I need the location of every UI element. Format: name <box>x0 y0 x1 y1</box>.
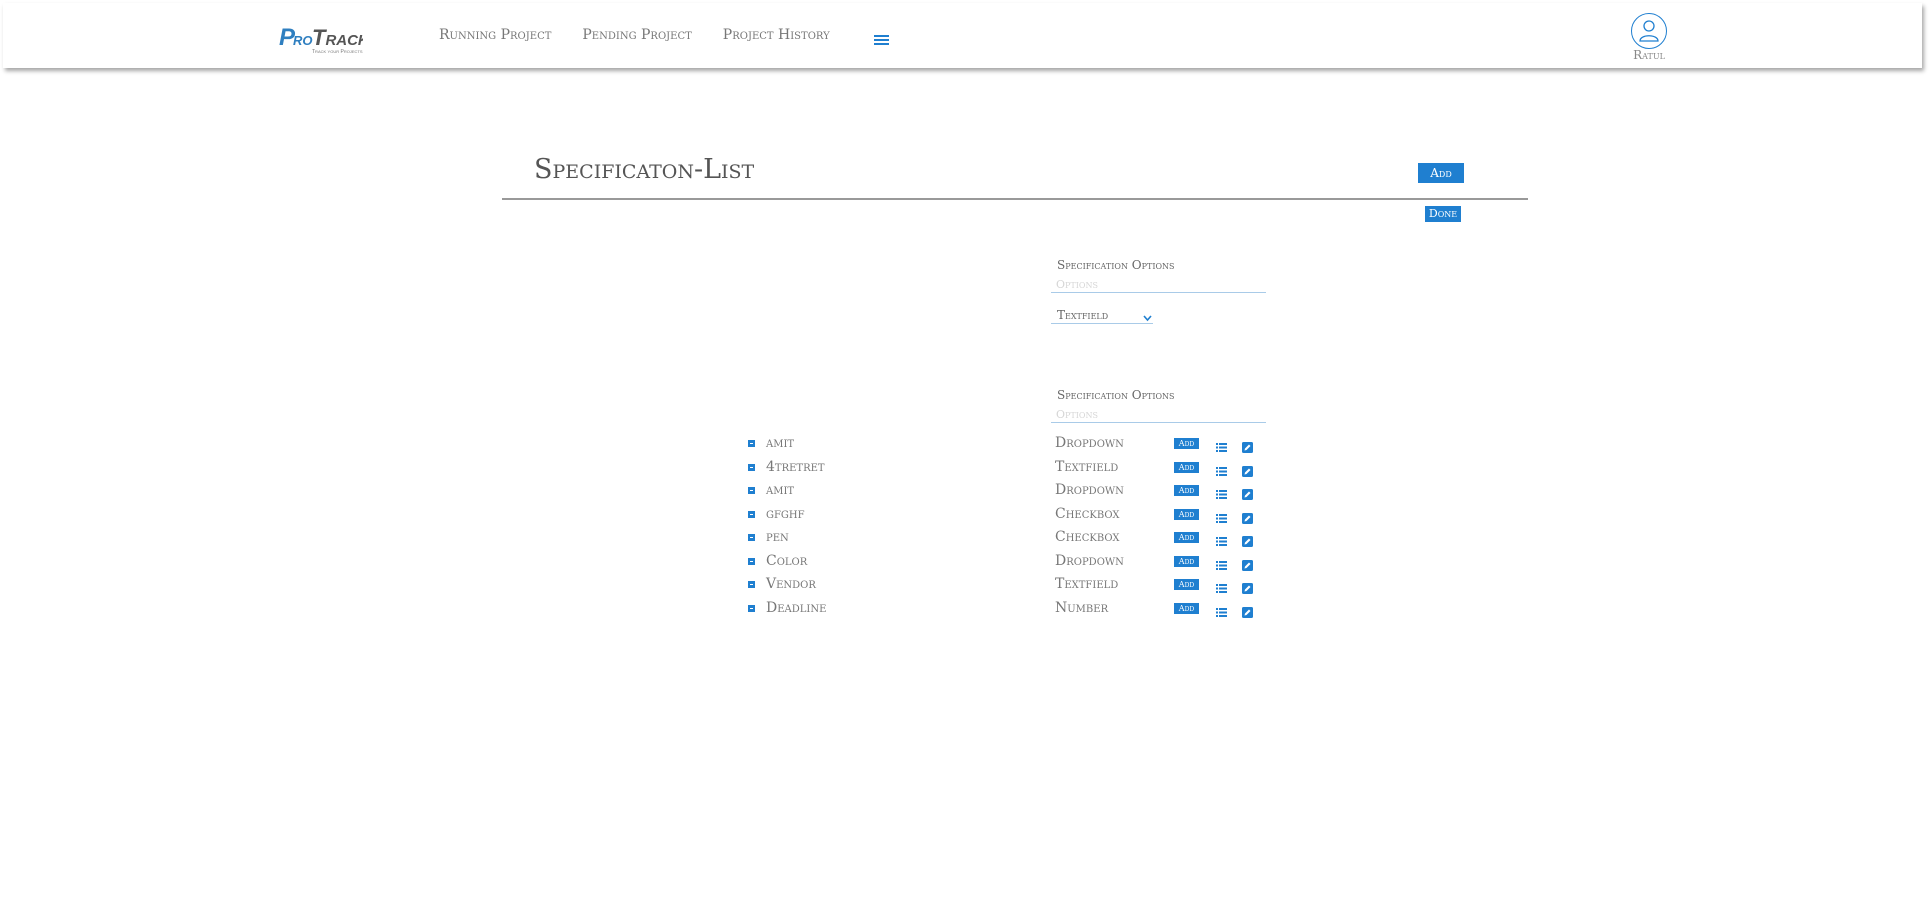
spec-row: 4tretret Textfield Add <box>748 459 1258 479</box>
collapse-icon[interactable] <box>748 558 755 565</box>
specification-options-label-2: Specification Options <box>1057 388 1175 402</box>
edit-icon[interactable] <box>1242 532 1253 547</box>
spec-type: Dropdown <box>1055 553 1124 569</box>
row-add-button[interactable]: Add <box>1174 462 1199 473</box>
list-icon[interactable] <box>1216 579 1227 593</box>
edit-icon[interactable] <box>1242 509 1253 524</box>
collapse-icon[interactable] <box>748 464 755 471</box>
spec-row: Deadline Number Add <box>748 600 1258 620</box>
edit-icon[interactable] <box>1242 556 1253 571</box>
spec-name: gfghf <box>766 506 805 522</box>
spec-type: Textfield <box>1055 459 1119 475</box>
spec-name: pen <box>766 529 789 545</box>
row-add-button[interactable]: Add <box>1174 603 1199 614</box>
svg-text:Track your Projects: Track your Projects <box>312 49 363 55</box>
main-nav: Running Project Pending Project Project … <box>439 27 861 43</box>
collapse-icon[interactable] <box>748 511 755 518</box>
row-add-button[interactable]: Add <box>1174 509 1199 520</box>
edit-icon[interactable] <box>1242 603 1253 618</box>
collapse-icon[interactable] <box>748 440 755 447</box>
svg-text:ro: ro <box>293 29 313 49</box>
spec-row: amit Dropdown Add <box>748 482 1258 502</box>
user-avatar-icon[interactable] <box>1631 13 1667 49</box>
type-select[interactable]: Textfield <box>1051 307 1153 324</box>
spec-name: amit <box>766 435 795 451</box>
options-input[interactable] <box>1051 276 1266 293</box>
list-icon[interactable] <box>1216 485 1227 499</box>
row-add-button[interactable]: Add <box>1174 556 1199 567</box>
protrack-logo[interactable]: P ro Track Track your Projects <box>279 19 363 57</box>
spec-name: 4tretret <box>766 459 825 475</box>
collapse-icon[interactable] <box>748 581 755 588</box>
list-icon[interactable] <box>1216 438 1227 452</box>
nav-running-project[interactable]: Running Project <box>439 27 551 43</box>
spec-type: Dropdown <box>1055 482 1124 498</box>
menu-icon[interactable] <box>874 35 889 47</box>
type-select-value: Textfield <box>1057 308 1109 322</box>
spec-type: Checkbox <box>1055 506 1120 522</box>
done-button[interactable]: Done <box>1425 206 1461 222</box>
spec-name: Vendor <box>766 576 816 592</box>
page-title: Specificaton-List <box>534 154 755 185</box>
top-header: P ro Track Track your Projects Running P… <box>3 3 1922 68</box>
list-icon[interactable] <box>1216 509 1227 523</box>
user-name: Ratul <box>1633 48 1665 62</box>
spec-type: Textfield <box>1055 576 1119 592</box>
nav-project-history[interactable]: Project History <box>723 27 830 43</box>
chevron-down-icon <box>1143 311 1152 325</box>
spec-row: amit Dropdown Add <box>748 435 1258 455</box>
edit-icon[interactable] <box>1242 438 1253 453</box>
svg-text:Track: Track <box>312 25 363 50</box>
spec-name: Color <box>766 553 808 569</box>
list-icon[interactable] <box>1216 462 1227 476</box>
spec-name: Deadline <box>766 600 827 616</box>
list-icon[interactable] <box>1216 532 1227 546</box>
edit-icon[interactable] <box>1242 485 1253 500</box>
edit-icon[interactable] <box>1242 579 1253 594</box>
spec-row: Color Dropdown Add <box>748 553 1258 573</box>
spec-type: Checkbox <box>1055 529 1120 545</box>
spec-name: amit <box>766 482 795 498</box>
row-add-button[interactable]: Add <box>1174 579 1199 590</box>
list-icon[interactable] <box>1216 556 1227 570</box>
list-icon[interactable] <box>1216 603 1227 617</box>
specification-options-label: Specification Options <box>1057 258 1175 272</box>
title-divider <box>502 198 1528 200</box>
spec-row: pen Checkbox Add <box>748 529 1258 549</box>
nav-pending-project[interactable]: Pending Project <box>582 27 691 43</box>
spec-type: Dropdown <box>1055 435 1124 451</box>
spec-row: gfghf Checkbox Add <box>748 506 1258 526</box>
user-profile[interactable]: Ratul <box>1629 13 1669 61</box>
spec-type: Number <box>1055 600 1109 616</box>
collapse-icon[interactable] <box>748 605 755 612</box>
options-input-2[interactable] <box>1051 406 1266 423</box>
edit-icon[interactable] <box>1242 462 1253 477</box>
add-button[interactable]: Add <box>1418 163 1464 183</box>
row-add-button[interactable]: Add <box>1174 532 1199 543</box>
collapse-icon[interactable] <box>748 487 755 494</box>
row-add-button[interactable]: Add <box>1174 485 1199 496</box>
row-add-button[interactable]: Add <box>1174 438 1199 449</box>
spec-row: Vendor Textfield Add <box>748 576 1258 596</box>
collapse-icon[interactable] <box>748 534 755 541</box>
